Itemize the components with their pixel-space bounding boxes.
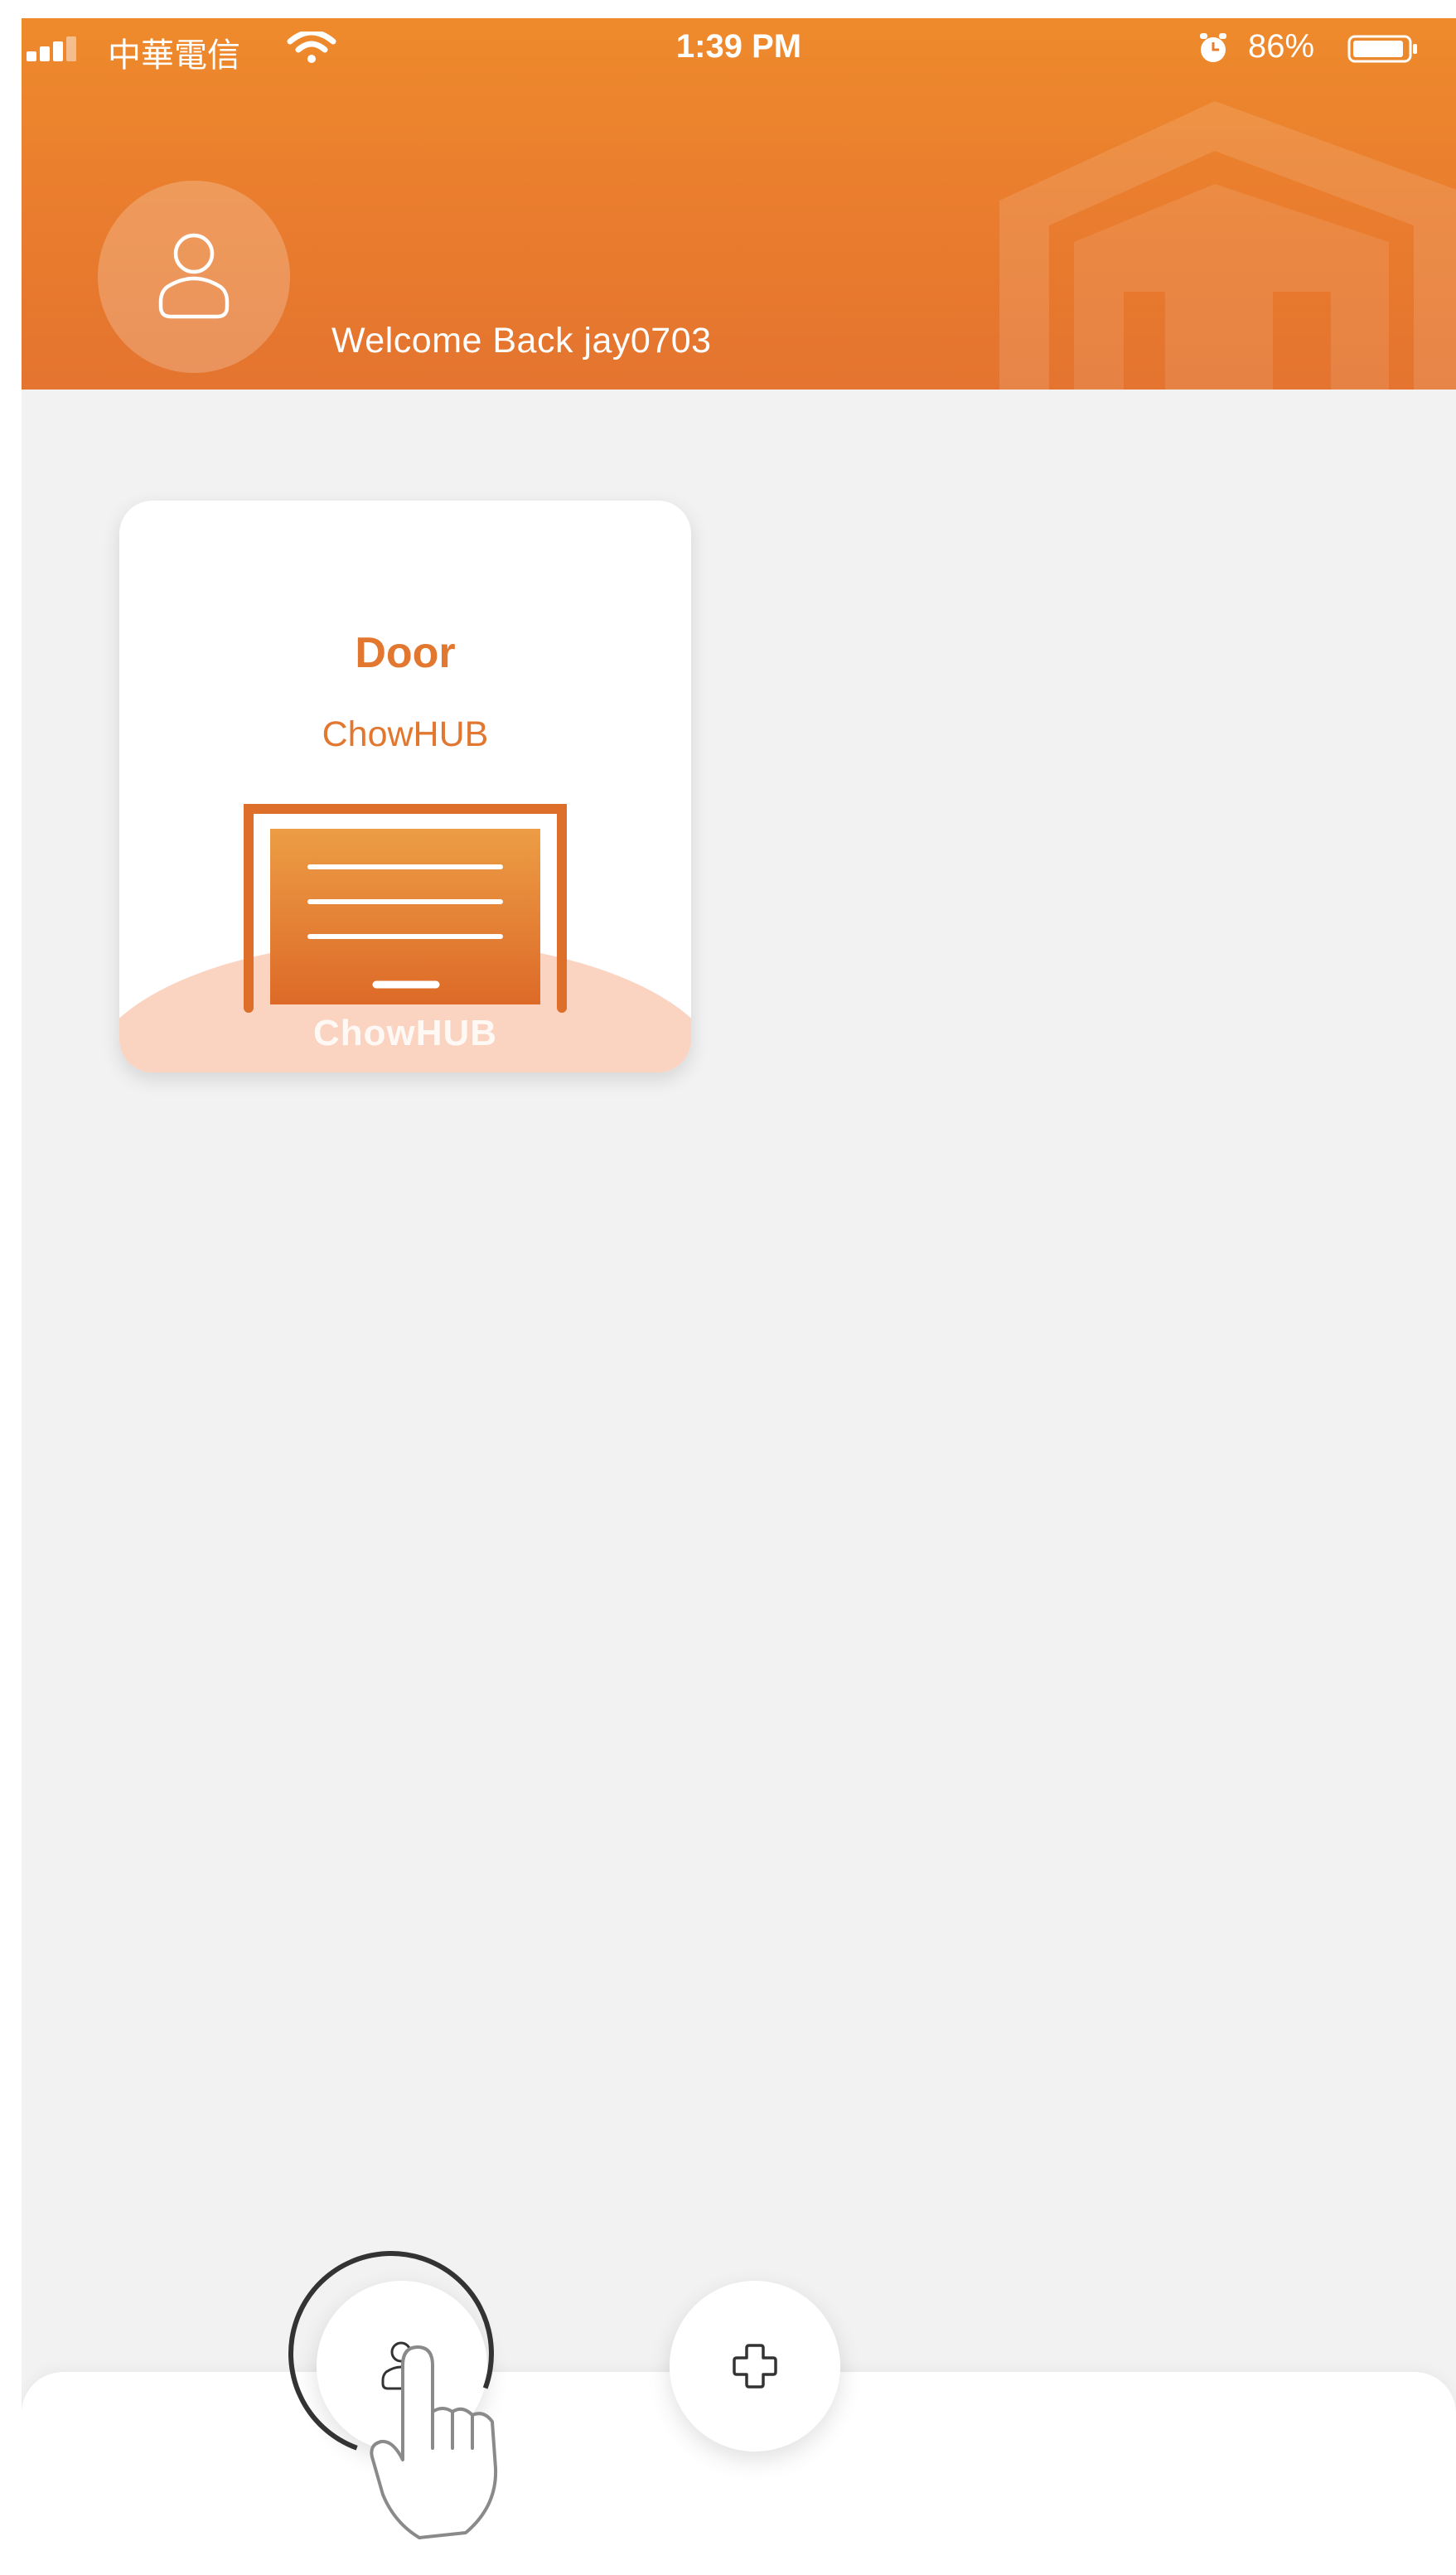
username: jay0703 <box>583 321 712 361</box>
header: 中華電信 1:39 PM 86% Welcome Back jay0703 <box>22 18 1456 390</box>
welcome-message: Welcome Back jay0703 <box>331 321 712 361</box>
alarm-icon <box>1200 33 1226 62</box>
device-subtitle: ChowHUB <box>322 714 489 754</box>
device-card[interactable]: Door ChowHUB ChowHUB <box>119 501 691 1072</box>
status-bar: 中華電信 1:39 PM 86% <box>22 18 1456 76</box>
clock: 1:39 PM <box>675 28 802 65</box>
battery-icon <box>1347 35 1417 63</box>
welcome-prefix: Welcome Back <box>331 321 584 361</box>
user-icon <box>158 233 230 319</box>
add-device-button[interactable] <box>670 2281 840 2452</box>
app-screen: 中華電信 1:39 PM 86% Welcome Back jay0703 Do… <box>22 18 1456 2575</box>
garage-door-icon <box>244 804 567 1013</box>
battery-percent: 86% <box>1248 28 1315 65</box>
tap-hand-icon <box>370 2345 498 2539</box>
brand-watermark-icon <box>999 101 1456 390</box>
profile-avatar[interactable] <box>98 181 290 373</box>
device-title: Door <box>355 629 456 677</box>
add-icon <box>733 2344 777 2389</box>
device-footer-label: ChowHUB <box>312 1013 498 1053</box>
